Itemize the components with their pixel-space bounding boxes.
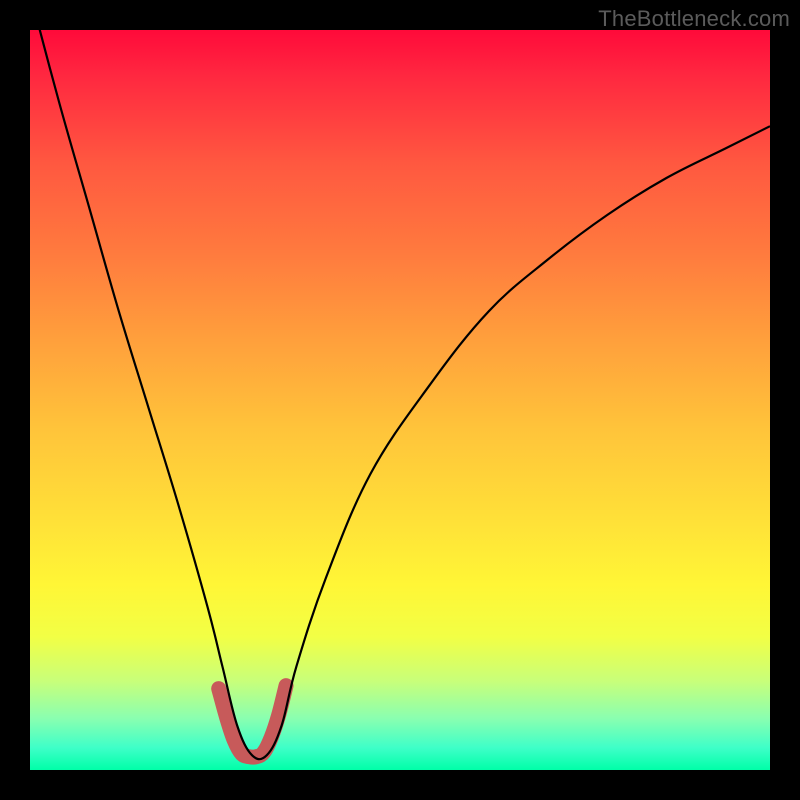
chart-plot-area — [30, 30, 770, 770]
bottleneck-curve-line — [30, 0, 770, 759]
chart-svg — [30, 30, 770, 770]
watermark-text: TheBottleneck.com — [598, 6, 790, 32]
